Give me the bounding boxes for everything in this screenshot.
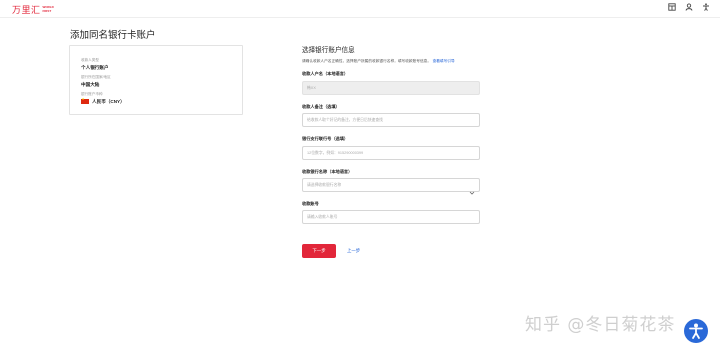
currency-text: 人民币（CNY） bbox=[92, 98, 125, 104]
summary-account-type: 收款人类型 个人银行账户 bbox=[81, 58, 109, 71]
layout-icon[interactable] bbox=[668, 3, 676, 11]
holder-name-label: 收款人户名（本地语言） bbox=[302, 71, 349, 76]
accessibility-badge-icon[interactable] bbox=[684, 319, 708, 343]
guide-link[interactable]: 查看填写引导 bbox=[433, 59, 455, 63]
summary-label: 收款人类型 bbox=[81, 58, 99, 62]
account-no-placeholder: 请输入收款人账号 bbox=[307, 215, 338, 219]
form-heading: 选择银行账户信息 bbox=[302, 47, 355, 54]
form-hint-text: 请确认收款人户名正确性，选择账户所属的收款银行名称，填写收款账号信息。 bbox=[302, 59, 432, 63]
top-icons bbox=[668, 3, 710, 11]
account-no-input[interactable]: 请输入收款人账号 bbox=[302, 210, 480, 224]
account-no-label: 收款账号 bbox=[302, 201, 319, 206]
summary-label: 银行账户币种 bbox=[81, 92, 103, 96]
summary-label: 银行所在国家/地区 bbox=[81, 75, 111, 79]
previous-step-link[interactable]: 上一步 bbox=[347, 248, 360, 254]
summary-value: 中国大陆 bbox=[81, 81, 100, 87]
logo-text: 万里汇 bbox=[12, 6, 41, 16]
form-hint: 请确认收款人户名正确性，选择账户所属的收款银行名称，填写收款账号信息。 查看填写引… bbox=[302, 59, 455, 64]
holder-name-value: 韩XX bbox=[307, 86, 316, 90]
page-title: 添加同名银行卡账户 bbox=[70, 30, 156, 41]
chevron-down-icon bbox=[469, 183, 475, 201]
bank-name-label: 收款银行名称（本地语言） bbox=[302, 169, 353, 174]
summary-value: 人民币（CNY） bbox=[81, 97, 125, 105]
bank-name-placeholder: 请选择收款银行名称 bbox=[307, 183, 342, 187]
next-step-button[interactable]: 下一步 bbox=[302, 244, 336, 258]
branch-code-label: 银行支行联行号（选填） bbox=[302, 136, 349, 141]
china-flag-icon bbox=[81, 97, 89, 105]
summary-currency: 银行账户币种 人民币（CNY） bbox=[81, 92, 125, 105]
remark-input[interactable]: 给收款人取个好记的备注，方便日后快速查找 bbox=[302, 113, 480, 127]
remark-placeholder: 给收款人取个好记的备注，方便日后快速查找 bbox=[307, 118, 383, 122]
account-summary-card: 收款人类型 个人银行账户 银行所在国家/地区 中国大陆 银行账户币种 人民币（C… bbox=[69, 45, 243, 115]
top-bar: 万里汇 WORLD FIRST bbox=[0, 0, 720, 18]
holder-name-field: 韩XX bbox=[302, 81, 480, 95]
accessibility-icon[interactable] bbox=[702, 3, 710, 11]
branch-code-input[interactable]: 12位数字，例如：915290000399 bbox=[302, 146, 480, 160]
user-icon[interactable] bbox=[685, 3, 693, 11]
branch-code-placeholder: 12位数字，例如：915290000399 bbox=[307, 151, 364, 155]
summary-value: 个人银行账户 bbox=[81, 64, 109, 70]
logo-subtext: WORLD FIRST bbox=[42, 5, 54, 13]
bank-name-select[interactable]: 请选择收款银行名称 bbox=[302, 178, 480, 195]
watermark: 知乎 @冬日菊花茶 bbox=[525, 315, 676, 335]
remark-label: 收款人备注（选填） bbox=[302, 104, 340, 109]
summary-region: 银行所在国家/地区 中国大陆 bbox=[81, 75, 111, 88]
brand-logo[interactable]: 万里汇 WORLD FIRST bbox=[12, 3, 54, 16]
